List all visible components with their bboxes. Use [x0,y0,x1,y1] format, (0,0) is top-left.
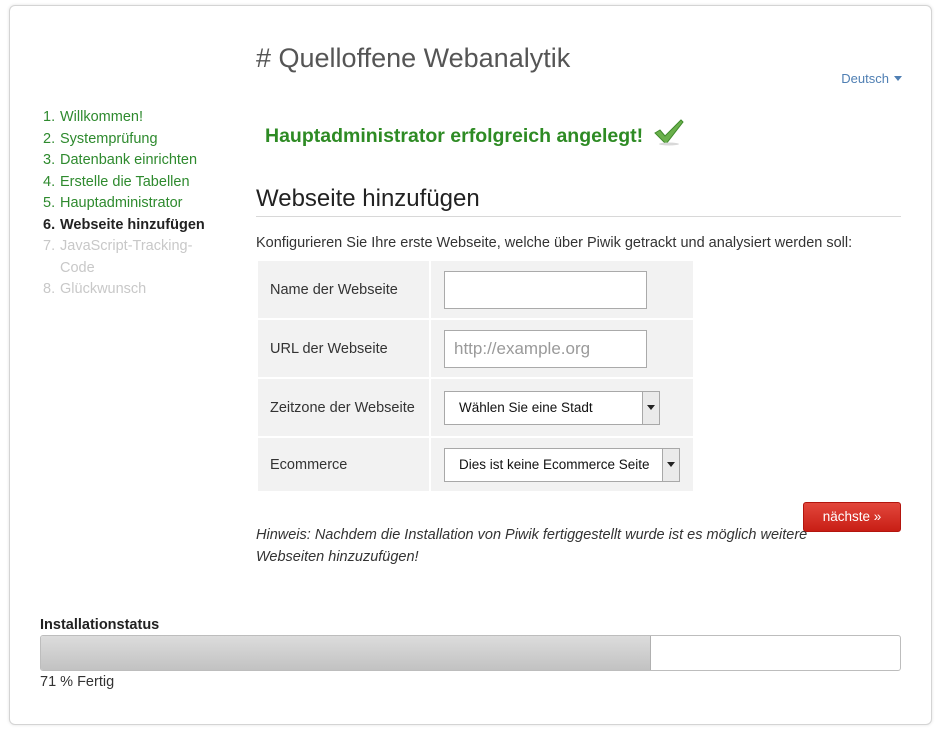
install-status-title: Installationstatus [40,617,160,633]
chevron-down-icon[interactable] [642,391,659,424]
form-field-cell [431,320,693,377]
website-form: Name der Webseite URL der Webseite Zeitz… [256,259,695,493]
step-number: 5. [43,195,56,211]
website-url-input[interactable] [444,329,647,368]
install-progress-fill [41,636,651,670]
step-label: Datenbank einrichten [60,152,198,168]
step-item: 4. Erstelle die Tabellen [43,172,228,194]
form-field-cell: Wählen Sie eine Stadt [431,379,693,436]
website-name-label: Name der Webseite [258,261,429,318]
step-item: 5. Hauptadministrator [43,193,228,215]
step-item-current: 6. Webseite hinzufügen [43,215,228,237]
step-number: 4. [43,173,56,190]
chevron-down-icon[interactable] [662,448,679,481]
step-item: 7. JavaScript-Tracking-Code [43,236,228,279]
success-message: Hauptadministrator erfolgreich angelegt! [265,118,685,148]
ecommerce-label: Ecommerce [258,438,429,491]
ecommerce-selected-value: Dies ist keine Ecommerce Seite [459,456,650,472]
caret-down-icon [894,76,902,81]
step-label: Webseite hinzufügen [60,216,205,233]
step-label: Glückwunsch [60,281,147,297]
section-divider [256,216,901,217]
step-number: 6. [43,216,56,233]
checkmark-icon [653,119,684,146]
step-item: 8. Glückwunsch [43,279,228,301]
section-title: Webseite hinzufügen [256,185,480,212]
success-text: Hauptadministrator erfolgreich angelegt! [265,125,644,147]
step-label: Hauptadministrator [60,195,183,211]
timezone-select[interactable]: Wählen Sie eine Stadt [444,390,660,425]
step-item: 3. Datenbank einrichten [43,150,228,172]
step-item: 2. Systemprüfung [43,129,228,151]
language-selector[interactable]: Deutsch [841,71,902,86]
step-number: 7. [43,238,56,254]
timezone-label: Zeitzone der Webseite [258,379,429,436]
next-button[interactable]: nächste » [803,502,901,532]
step-label: Willkommen! [60,109,143,125]
intro-text: Konfigurieren Sie Ihre erste Webseite, w… [256,235,853,251]
install-progress-text: 71 % Fertig [40,674,115,690]
form-row: URL der Webseite [258,320,693,377]
ecommerce-select[interactable]: Dies ist keine Ecommerce Seite [444,447,680,482]
step-item: 1. Willkommen! [43,107,228,129]
form-row: Ecommerce Dies ist keine Ecommerce Seite [258,438,693,491]
install-progress-bar [40,635,901,671]
website-name-input[interactable] [444,270,647,309]
hint-text: Hinweis: Nachdem die Installation von Pi… [256,527,808,565]
page-title: # Quelloffene Webanalytik [256,43,571,73]
step-label: JavaScript-Tracking-Code [60,238,193,276]
timezone-selected-value: Wählen Sie eine Stadt [459,399,593,415]
language-label: Deutsch [841,71,889,86]
step-number: 2. [43,130,56,147]
step-number: 8. [43,281,56,297]
step-label: Systemprüfung [60,130,158,147]
website-url-label: URL der Webseite [258,320,429,377]
step-label: Erstelle die Tabellen [60,173,190,190]
form-row: Name der Webseite [258,261,693,318]
step-number: 3. [43,152,56,168]
form-field-cell [431,261,693,318]
step-number: 1. [43,109,56,125]
installation-steps: 1. Willkommen! 2. Systemprüfung 3. Datenban… [43,107,228,301]
form-row: Zeitzone der Webseite Wählen Sie eine St… [258,379,693,436]
form-field-cell: Dies ist keine Ecommerce Seite [431,438,693,491]
